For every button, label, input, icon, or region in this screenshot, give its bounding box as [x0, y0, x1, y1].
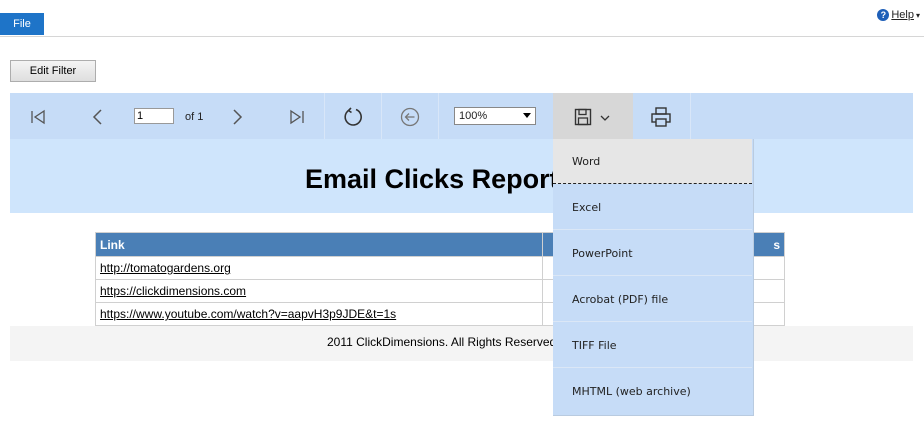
link-cell: https://clickdimensions.com: [95, 279, 543, 303]
next-page-button[interactable]: [226, 106, 248, 128]
refresh-group: [325, 93, 382, 139]
help-label: Help: [891, 9, 914, 21]
export-button[interactable]: [553, 93, 633, 139]
export-menu-item-word[interactable]: Word: [553, 139, 752, 184]
file-tab[interactable]: File: [0, 13, 44, 35]
chevron-down-icon: ▾: [915, 10, 920, 20]
export-menu-item-pdf[interactable]: Acrobat (PDF) file: [553, 277, 752, 322]
edit-filter-button[interactable]: Edit Filter: [10, 60, 96, 82]
back-arrow-icon: [400, 107, 420, 127]
column-header-clicks-label: s: [773, 237, 780, 252]
refresh-icon: [344, 107, 362, 126]
link-cell: https://www.youtube.com/watch?v=aapvH3p9…: [95, 302, 543, 326]
report-link[interactable]: https://www.youtube.com/watch?v=aapvH3p9…: [100, 307, 396, 321]
chevron-left-icon: [92, 109, 102, 125]
report-title: Email Clicks Report: [305, 164, 559, 194]
first-page-icon: [31, 109, 45, 125]
zoom-select[interactable]: 100%: [454, 107, 536, 125]
report-link[interactable]: https://clickdimensions.com: [100, 284, 246, 298]
refresh-button[interactable]: [342, 106, 364, 128]
help-menu[interactable]: ? Help ▾: [877, 9, 920, 21]
page-number-input[interactable]: [134, 108, 174, 124]
print-button[interactable]: [650, 106, 672, 128]
navigation-group: of 1: [10, 93, 325, 139]
first-page-button[interactable]: [27, 106, 49, 128]
back-button[interactable]: [399, 106, 421, 128]
top-bar: File ? Help ▾: [0, 0, 924, 37]
report-footer-text: 2011 ClickDimensions. All Rights Reserve…: [327, 335, 557, 349]
page-count-label: of 1: [185, 111, 204, 123]
last-page-icon: [290, 109, 304, 125]
column-header-link: Link: [95, 232, 543, 257]
back-group: [382, 93, 439, 139]
export-menu-item-mhtml[interactable]: MHTML (web archive): [553, 369, 752, 414]
chevron-right-icon: [233, 109, 243, 125]
zoom-value: 100%: [459, 110, 488, 122]
export-menu: Word Excel PowerPoint Acrobat (PDF) file…: [553, 139, 754, 416]
export-menu-item-tiff[interactable]: TIFF File: [553, 323, 752, 368]
previous-page-button[interactable]: [87, 106, 109, 128]
print-group: [634, 93, 691, 139]
link-cell: http://tomatogardens.org: [95, 256, 543, 280]
export-menu-item-powerpoint[interactable]: PowerPoint: [553, 231, 752, 276]
last-page-button[interactable]: [286, 106, 308, 128]
report-link[interactable]: http://tomatogardens.org: [100, 261, 231, 275]
chevron-down-icon: [600, 115, 610, 121]
report-toolbar: of 1 100%: [10, 93, 913, 139]
dropdown-arrow-icon: [523, 113, 531, 118]
help-icon: ?: [877, 9, 890, 21]
printer-icon: [651, 107, 671, 127]
save-icon: [574, 108, 592, 126]
export-menu-item-excel[interactable]: Excel: [553, 185, 752, 230]
